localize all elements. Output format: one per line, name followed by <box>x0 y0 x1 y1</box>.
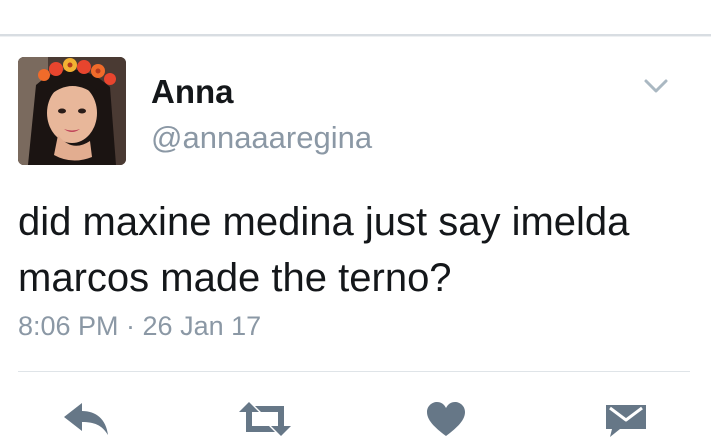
avatar-photo <box>18 57 126 165</box>
tweet-text: did maxine medina just say imelda marcos… <box>18 200 630 300</box>
heart-icon <box>427 402 465 436</box>
retweet-button[interactable] <box>236 395 294 443</box>
reply-icon <box>64 403 108 435</box>
chevron-down-icon[interactable] <box>642 76 670 96</box>
divider <box>18 371 690 372</box>
display-name[interactable]: Anna <box>151 72 234 112</box>
top-bar <box>0 0 711 36</box>
user-handle[interactable]: @annaaaregina <box>151 119 372 157</box>
avatar[interactable] <box>18 57 126 165</box>
direct-message-button[interactable] <box>602 395 650 443</box>
tweet-timestamp[interactable]: 8:06 PM · 26 Jan 17 <box>18 309 261 343</box>
reply-button[interactable] <box>60 395 112 443</box>
retweet-icon <box>239 402 291 436</box>
like-button[interactable] <box>424 395 468 443</box>
envelope-icon <box>606 405 646 437</box>
